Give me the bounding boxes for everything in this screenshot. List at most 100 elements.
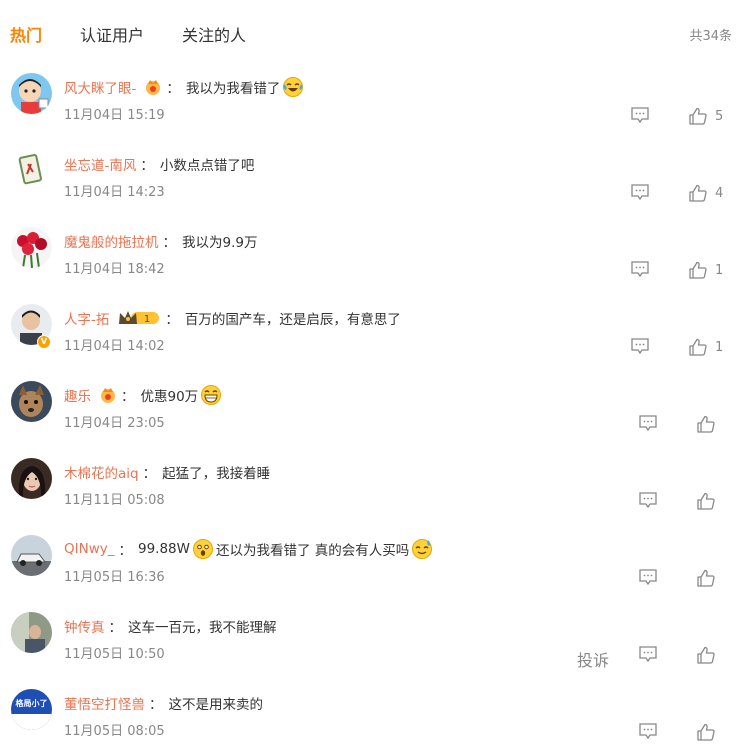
- total-comment-count: 共34条: [689, 29, 732, 44]
- thumbs-up-icon: [697, 492, 715, 510]
- comment-text: 我以为9.9万: [182, 235, 258, 251]
- like-button[interactable]: 5: [689, 106, 723, 126]
- like-button[interactable]: [697, 491, 715, 511]
- reply-icon[interactable]: [639, 569, 657, 585]
- avatar[interactable]: 格局小了: [11, 689, 52, 730]
- like-button[interactable]: [697, 568, 715, 588]
- comment-item: V 人字-拓 1 ： 百万的国产车，还是启辰，有意思了 11月04日 14:02…: [0, 304, 746, 381]
- avatar-text-image: 格局小了: [11, 689, 52, 730]
- comment-text-continued: 还以为我看错了 真的会有人买吗: [216, 543, 410, 559]
- avatar-car: [11, 535, 52, 576]
- avatar-roses: [11, 227, 52, 268]
- username[interactable]: 董悟空打怪兽: [64, 693, 145, 713]
- reply-icon[interactable]: [639, 646, 657, 662]
- tab-following[interactable]: 关注的人: [182, 22, 246, 46]
- avatar[interactable]: [11, 535, 52, 576]
- reply-icon[interactable]: [631, 107, 649, 123]
- comment-time: 11月11日 05:08: [64, 493, 165, 508]
- comment-text: 99.88W: [138, 541, 190, 557]
- reply-icon[interactable]: [639, 415, 657, 431]
- tears-of-joy-emoji-icon: [283, 77, 304, 97]
- like-count: 1: [715, 262, 724, 278]
- like-button[interactable]: [697, 722, 715, 742]
- username[interactable]: 木棉花的aiq: [64, 462, 139, 482]
- comment-item: 风大眯了眼- ： 我以为我看错了 11月04日 15:19 5: [0, 73, 746, 150]
- comment-item: 趣乐 ： 优惠90万 11月04日 23:05: [0, 381, 746, 458]
- comment-item: 坐忘道-南风 ： 小数点点错了吧 11月04日 14:23 4: [0, 150, 746, 227]
- comment-text: 这车一百元，我不能理解: [128, 620, 277, 636]
- comment-item: 钟传真 ： 这车一百元，我不能理解 11月05日 10:50 投诉: [0, 612, 746, 689]
- reply-icon[interactable]: [639, 723, 657, 739]
- thumbs-up-icon: [697, 415, 715, 433]
- username[interactable]: QINwy_: [64, 541, 115, 557]
- thumbs-up-icon: [689, 184, 707, 202]
- thumbs-up-icon: [689, 261, 707, 279]
- reply-icon[interactable]: [639, 492, 657, 508]
- thumbs-up-icon: [689, 107, 707, 125]
- comment-item: QINwy_ ： 99.88W 还以为我看错了 真的会有人买吗 11月05日 1…: [0, 535, 746, 612]
- reply-icon[interactable]: [631, 184, 649, 200]
- verified-badge-icon: V: [37, 335, 51, 349]
- like-count: 5: [715, 108, 724, 124]
- comment-item: 格局小了 董悟空打怪兽 ： 这不是用来卖的 11月05日 08:05: [0, 689, 746, 754]
- reply-icon[interactable]: [631, 338, 649, 354]
- tab-verified-users[interactable]: 认证用户: [80, 22, 144, 46]
- comment-text: 百万的国产车，还是启辰，有意思了: [184, 312, 401, 328]
- comment-time: 11月04日 23:05: [64, 416, 165, 431]
- username[interactable]: 人字-拓: [64, 308, 109, 328]
- like-count: 4: [715, 185, 724, 201]
- thumbs-up-icon: [697, 723, 715, 741]
- like-button[interactable]: [697, 645, 715, 665]
- avatar-mahjong: [11, 150, 52, 191]
- avatar[interactable]: [11, 73, 52, 114]
- username[interactable]: 钟传真: [64, 616, 105, 636]
- fan-badge-icon: [146, 80, 161, 95]
- avatar[interactable]: [11, 150, 52, 191]
- shocked-emoji-icon: [193, 539, 213, 559]
- username[interactable]: 魔鬼般的拖拉机: [64, 231, 159, 251]
- comment-item: 魔鬼般的拖拉机 ： 我以为9.9万 11月04日 18:42 1: [0, 227, 746, 304]
- comment-text: 优惠90万: [140, 389, 199, 405]
- username[interactable]: 趣乐: [64, 385, 91, 405]
- comment-item: 木棉花的aiq ： 起猛了，我接着睡 11月11日 05:08: [0, 458, 746, 535]
- vip-crown-badge-icon: 1: [119, 311, 160, 325]
- thumbs-up-icon: [697, 569, 715, 587]
- thumbs-up-icon: [697, 646, 715, 664]
- avatar[interactable]: [11, 227, 52, 268]
- comment-time: 11月04日 14:02: [64, 339, 165, 354]
- like-button[interactable]: 1: [689, 260, 723, 280]
- comment-time: 11月05日 10:50: [64, 647, 165, 662]
- grin-emoji-icon: [201, 385, 222, 405]
- like-button[interactable]: 4: [689, 183, 723, 203]
- comment-text: 我以为我看错了: [185, 81, 281, 97]
- svg-text:格局小了: 格局小了: [16, 698, 48, 708]
- comment-text: 这不是用来卖的: [168, 697, 264, 713]
- thumbs-up-icon: [689, 338, 707, 356]
- like-button[interactable]: [697, 414, 715, 434]
- like-button[interactable]: 1: [689, 337, 723, 357]
- comment-time: 11月05日 08:05: [64, 724, 165, 739]
- avatar-dog: [11, 381, 52, 422]
- tab-hot[interactable]: 热门: [10, 22, 42, 46]
- username[interactable]: 坐忘道-南风: [64, 154, 136, 174]
- avatar-portrait: [11, 458, 52, 499]
- comment-text: 起猛了，我接着睡: [162, 466, 271, 482]
- avatar[interactable]: [11, 381, 52, 422]
- report-link[interactable]: 投诉: [577, 647, 609, 671]
- comment-time: 11月04日 18:42: [64, 262, 165, 277]
- comment-time: 11月04日 14:23: [64, 185, 165, 200]
- reply-icon[interactable]: [631, 261, 649, 277]
- comment-time: 11月05日 16:36: [64, 570, 165, 585]
- avatar[interactable]: [11, 458, 52, 499]
- fan-badge-icon: [101, 388, 115, 403]
- like-count: 1: [715, 339, 724, 355]
- avatar[interactable]: [11, 612, 52, 653]
- comment-tabs: 热门 认证用户 关注的人 共34条: [0, 0, 746, 66]
- comment-time: 11月04日 15:19: [64, 108, 165, 123]
- sweat-emoji-icon: [412, 539, 433, 559]
- avatar-cartoon: [11, 73, 52, 114]
- comment-text: 小数点点错了吧: [159, 158, 255, 174]
- username[interactable]: 风大眯了眼-: [64, 77, 136, 97]
- svg-text:1: 1: [144, 314, 150, 325]
- avatar-photo: [11, 612, 52, 653]
